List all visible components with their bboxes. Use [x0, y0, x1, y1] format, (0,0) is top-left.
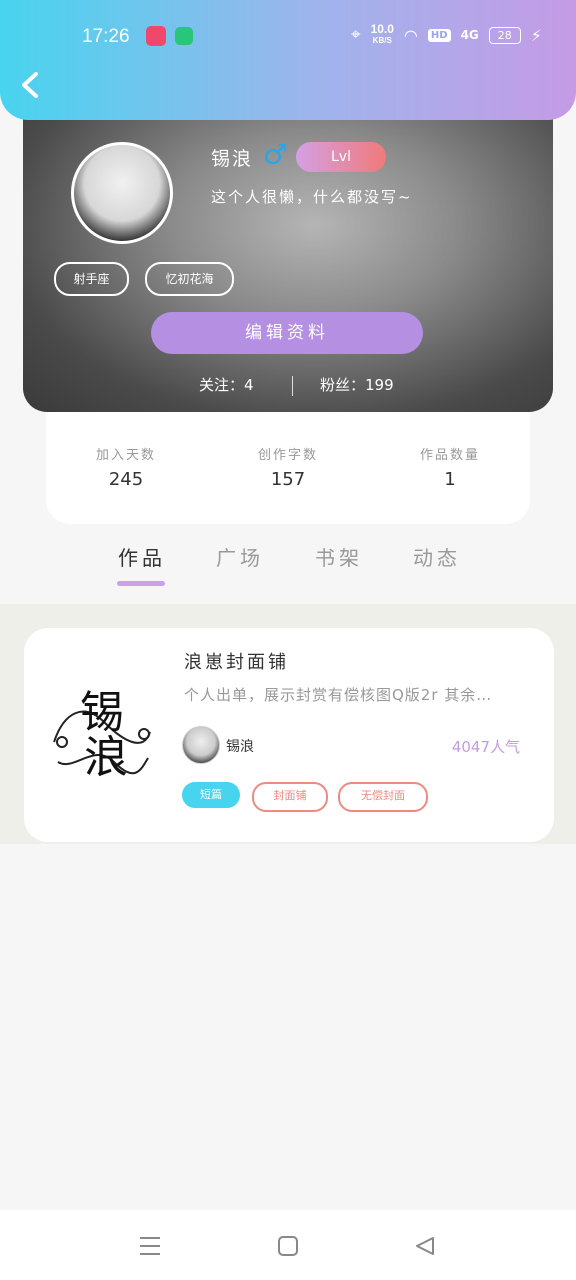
tab-activity[interactable]: 动态	[413, 542, 461, 571]
stat-value: 157	[270, 469, 306, 490]
work-tag-chip: 封面铺	[252, 782, 328, 812]
stat-join-days: 加入天数 245	[66, 444, 186, 490]
battery-icon: 28	[488, 26, 521, 44]
profile-card: 锡浪 ♂ Lvl 这个人很懒，什么都没写~ 射手座 忆初花海 编辑资料 关注：4…	[23, 100, 553, 412]
fans-count[interactable]: 粉丝：199	[320, 374, 394, 395]
following-count[interactable]: 关注：4	[199, 374, 254, 395]
work-tag-chip: 短篇	[182, 782, 240, 808]
menu-icon[interactable]	[132, 1228, 168, 1264]
stat-label: 创作字数	[257, 448, 318, 463]
work-cover-image: 锡 浪	[44, 672, 160, 788]
author-avatar[interactable]	[182, 726, 220, 764]
home-icon[interactable]	[270, 1228, 306, 1264]
hd-badge: HD	[427, 28, 451, 42]
cover-lettering-top: 锡	[80, 687, 124, 738]
cover-lettering-bottom: 浪	[84, 732, 128, 783]
net-speed: 10.0 KB/S	[370, 22, 394, 46]
stats-card: 加入天数 245 创作字数 157 作品数量 1	[46, 400, 530, 524]
edit-profile-button[interactable]: 编辑资料	[151, 312, 423, 354]
signal-icon: 4G	[460, 28, 479, 42]
username: 锡浪	[211, 148, 254, 170]
net-speed-value: 10.0	[370, 22, 394, 36]
profile-tag: 射手座	[54, 262, 129, 296]
top-header: 17:26 ⌖ 10.0 KB/S ◠ HD 4G 28 ⚡	[0, 0, 576, 120]
chat-notification-icon	[175, 27, 193, 45]
tab-bookshelf[interactable]: 书架	[315, 542, 363, 571]
stat-word-count: 创作字数 157	[228, 444, 348, 490]
work-tag-chip: 无偿封面	[338, 782, 428, 812]
status-indicators: ⌖ 10.0 KB/S ◠ HD 4G 28 ⚡	[350, 22, 542, 46]
stat-works-count: 作品数量 1	[390, 444, 510, 490]
status-time: 17:26	[82, 26, 130, 47]
status-bar: 17:26 ⌖ 10.0 KB/S ◠ HD 4G 28 ⚡	[0, 18, 576, 58]
app-notification-icon	[146, 26, 166, 46]
location-icon: ⌖	[350, 25, 361, 45]
male-gender-icon: ♂	[263, 138, 289, 171]
popularity-count: 4047人气	[451, 738, 520, 756]
tab-works[interactable]: 作品	[118, 542, 166, 571]
back-triangle-icon[interactable]	[407, 1228, 443, 1264]
charging-icon: ⚡	[530, 25, 542, 45]
stat-value: 245	[108, 469, 144, 490]
system-nav-bar	[0, 1210, 576, 1280]
tab-square[interactable]: 广场	[216, 542, 264, 571]
stat-label: 作品数量	[419, 448, 480, 463]
wifi-icon: ◠	[403, 25, 418, 45]
back-arrow-icon[interactable]	[18, 70, 46, 102]
work-title: 浪崽封面铺	[184, 652, 289, 673]
work-description: 个人出单，展示封赏有偿核图Q版2r 其余…	[184, 686, 493, 704]
work-card[interactable]: 锡 浪 浪崽封面铺 个人出单，展示封赏有偿核图Q版2r 其余… 锡浪 4047人…	[24, 628, 554, 842]
level-badge: Lvl	[296, 142, 386, 172]
avatar[interactable]	[71, 142, 173, 244]
stat-label: 加入天数	[95, 448, 156, 463]
profile-tag: 忆初花海	[145, 262, 234, 296]
bio-text: 这个人很懒，什么都没写~	[211, 188, 413, 206]
author-name: 锡浪	[226, 739, 254, 755]
divider	[292, 376, 293, 396]
net-speed-unit: KB/S	[372, 36, 392, 45]
tab-indicator	[117, 581, 165, 586]
stat-value: 1	[444, 469, 456, 490]
